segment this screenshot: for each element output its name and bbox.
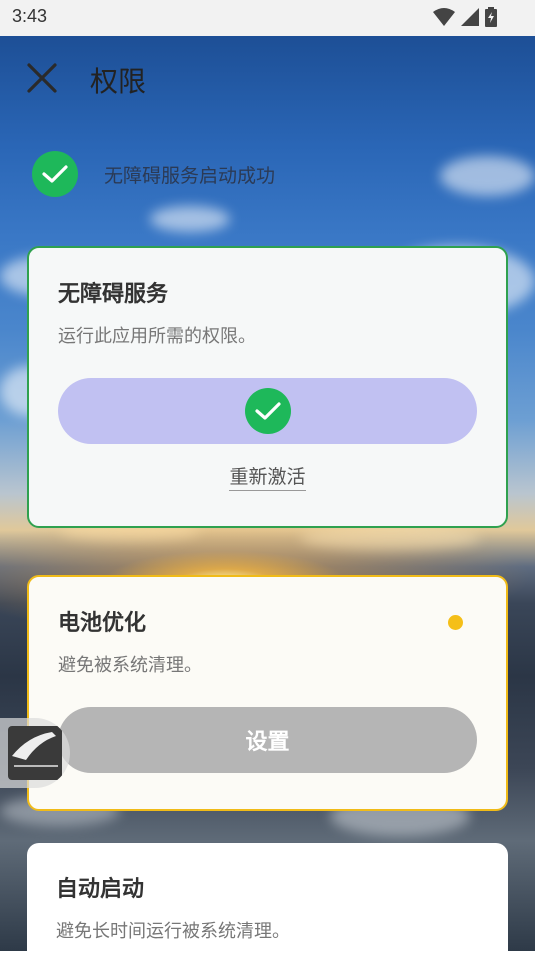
accessibility-service-card: 无障碍服务 运行此应用所需的权限。 重新激活 (27, 246, 508, 528)
thumbnail-image (8, 726, 62, 780)
card-title: 自动启动 (56, 877, 145, 902)
check-circle-icon (244, 388, 291, 434)
reactivate-link[interactable]: 重新激活 (229, 462, 306, 491)
card-title: 无障碍服务 (58, 282, 169, 307)
card-description: 避免长时间运行被系统清理。 (56, 921, 290, 942)
card-title: 电池优化 (58, 611, 147, 636)
check-circle-icon (32, 151, 78, 197)
pending-status-dot (448, 615, 463, 630)
card-description: 避免被系统清理。 (58, 655, 202, 676)
status-bar: 3:43 (0, 0, 535, 36)
settings-button[interactable]: 设置 (58, 707, 477, 773)
success-text: 无障碍服务启动成功 (104, 164, 276, 187)
auto-start-card: 自动启动 避免长时间运行被系统清理。 (27, 843, 508, 973)
status-icons (433, 7, 497, 27)
status-time: 3:43 (12, 6, 48, 26)
wifi-icon (433, 8, 455, 26)
card-description: 运行此应用所需的权限。 (58, 326, 256, 347)
close-icon[interactable] (26, 62, 58, 94)
page-title: 权限 (90, 65, 147, 98)
success-banner: 无障碍服务启动成功 (32, 151, 275, 197)
floating-thumbnail[interactable] (0, 718, 70, 788)
granted-status-pill (58, 378, 477, 444)
battery-icon (485, 7, 497, 27)
battery-optimization-card: 电池优化 避免被系统清理。 设置 (27, 575, 508, 811)
signal-icon (461, 8, 479, 26)
